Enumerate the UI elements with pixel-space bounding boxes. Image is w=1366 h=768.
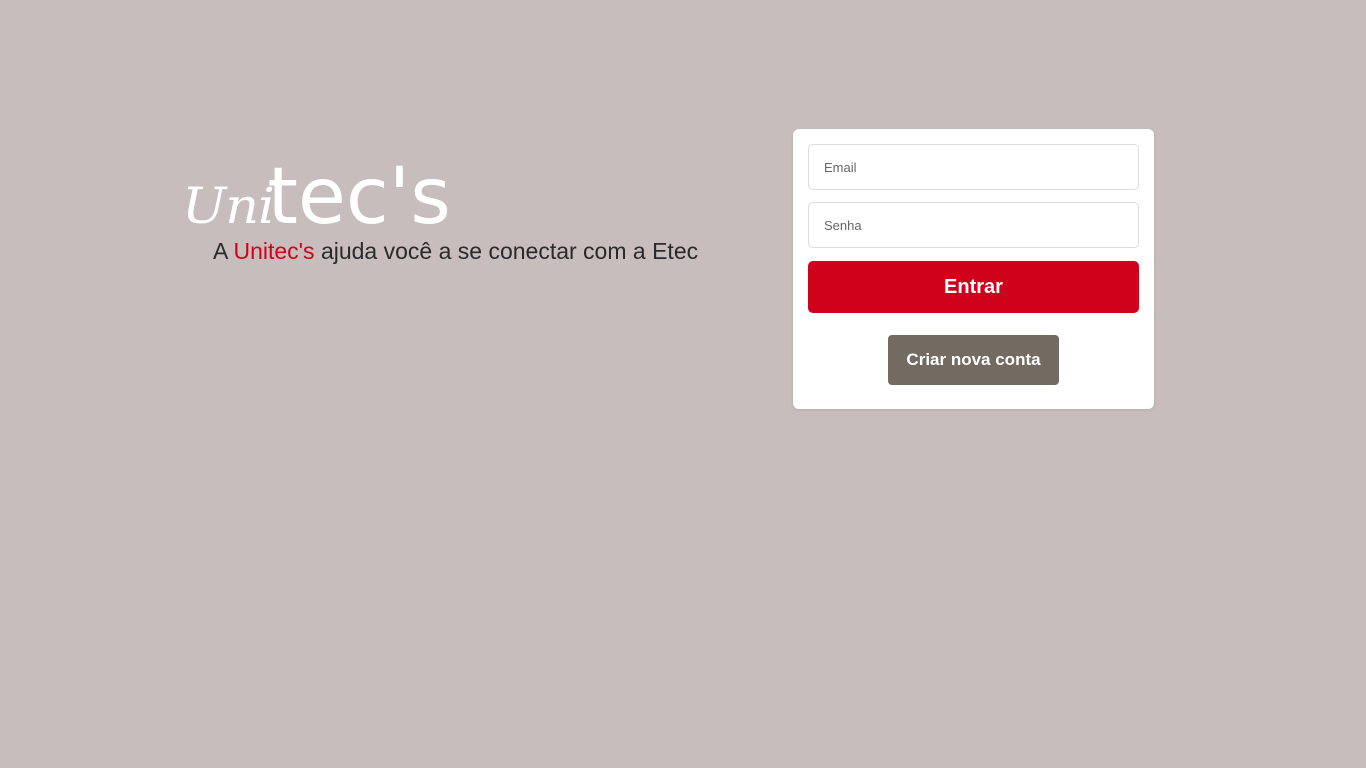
logo-tec-text: tec's	[267, 152, 451, 242]
password-field[interactable]	[808, 202, 1139, 248]
tagline-brand: Unitec's	[233, 238, 315, 264]
login-card: Entrar Criar nova conta	[793, 129, 1154, 409]
tagline: A Unitec's ajuda você a se conectar com …	[213, 236, 703, 266]
login-button[interactable]: Entrar	[808, 261, 1139, 313]
logo-uni-text: Uni	[182, 177, 275, 235]
brand-logo: Unitec's	[182, 158, 451, 240]
email-field[interactable]	[808, 144, 1139, 190]
tagline-suffix: ajuda você a se conectar com a Etec	[314, 238, 699, 264]
tagline-prefix: A	[213, 238, 234, 264]
create-account-button[interactable]: Criar nova conta	[888, 335, 1059, 385]
